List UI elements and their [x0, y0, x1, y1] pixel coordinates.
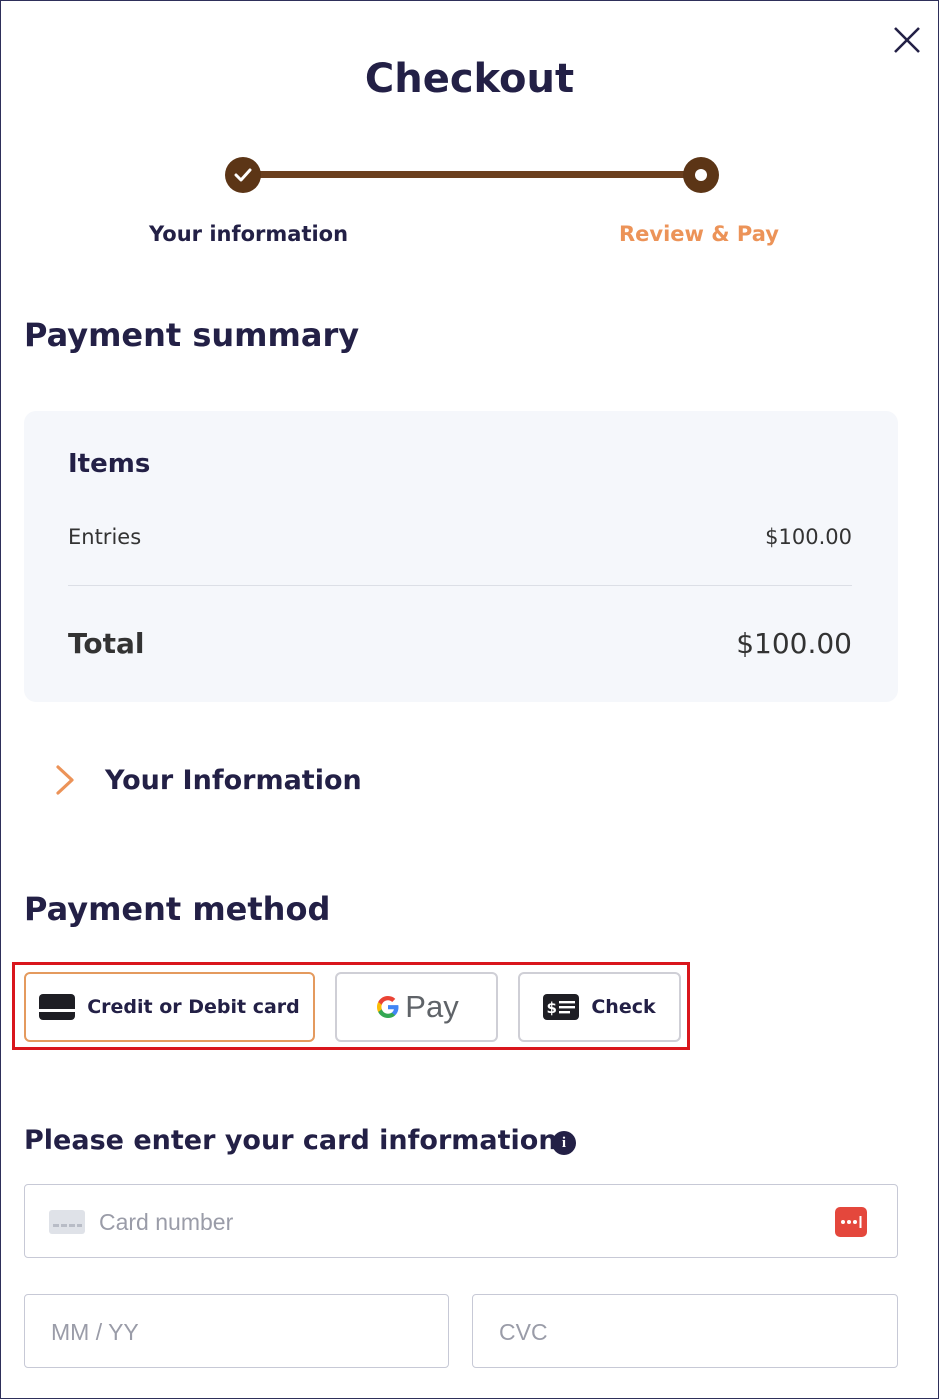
stepper-progress-line — [243, 171, 701, 178]
your-information-label: Your Information — [105, 764, 362, 796]
items-title: Items — [68, 449, 151, 479]
card-number-input[interactable] — [97, 1185, 801, 1259]
payment-summary-heading: Payment summary — [24, 316, 360, 354]
chevron-right-icon — [56, 765, 74, 795]
total-label: Total — [68, 627, 145, 660]
step-label-your-information[interactable]: Your information — [149, 222, 348, 246]
card-placeholder-icon — [49, 1210, 85, 1234]
autofill-icon[interactable] — [835, 1207, 867, 1237]
credit-debit-card-button[interactable]: Credit or Debit card — [24, 972, 315, 1042]
check-button[interactable]: $ Check — [518, 972, 681, 1042]
credit-card-icon — [39, 994, 76, 1020]
google-pay-button[interactable]: Pay — [335, 972, 498, 1042]
info-icon[interactable]: i — [552, 1131, 576, 1155]
payment-method-heading: Payment method — [24, 890, 331, 928]
close-button[interactable] — [891, 24, 923, 56]
svg-text:$: $ — [547, 999, 557, 1017]
expiry-field[interactable] — [24, 1294, 449, 1369]
entries-label: Entries — [68, 525, 142, 549]
page-title: Checkout — [364, 56, 575, 102]
checkmark-icon — [234, 168, 252, 182]
cvc-field[interactable] — [472, 1294, 898, 1369]
summary-divider — [68, 585, 852, 586]
check-dollar-icon: $ — [543, 994, 580, 1020]
expiry-input[interactable] — [49, 1295, 433, 1369]
google-g-icon — [377, 996, 399, 1018]
close-icon — [894, 27, 920, 53]
cvc-input[interactable] — [497, 1295, 881, 1369]
step-completed-icon — [225, 157, 261, 193]
password-dots-icon — [841, 1216, 862, 1228]
entries-amount: $100.00 — [765, 525, 852, 549]
google-pay-label: Pay — [405, 989, 459, 1024]
step-label-review-pay: Review & Pay — [619, 222, 779, 246]
card-number-field[interactable] — [24, 1184, 898, 1259]
total-amount: $100.00 — [736, 627, 852, 660]
check-label: Check — [591, 996, 656, 1018]
step-current-icon — [683, 157, 719, 193]
card-info-heading: Please enter your card information — [24, 1125, 558, 1156]
your-information-toggle[interactable]: Your Information — [52, 760, 362, 800]
credit-debit-card-label: Credit or Debit card — [87, 996, 300, 1018]
payment-summary-card: Items Entries $100.00 Total $100.00 — [24, 411, 898, 702]
